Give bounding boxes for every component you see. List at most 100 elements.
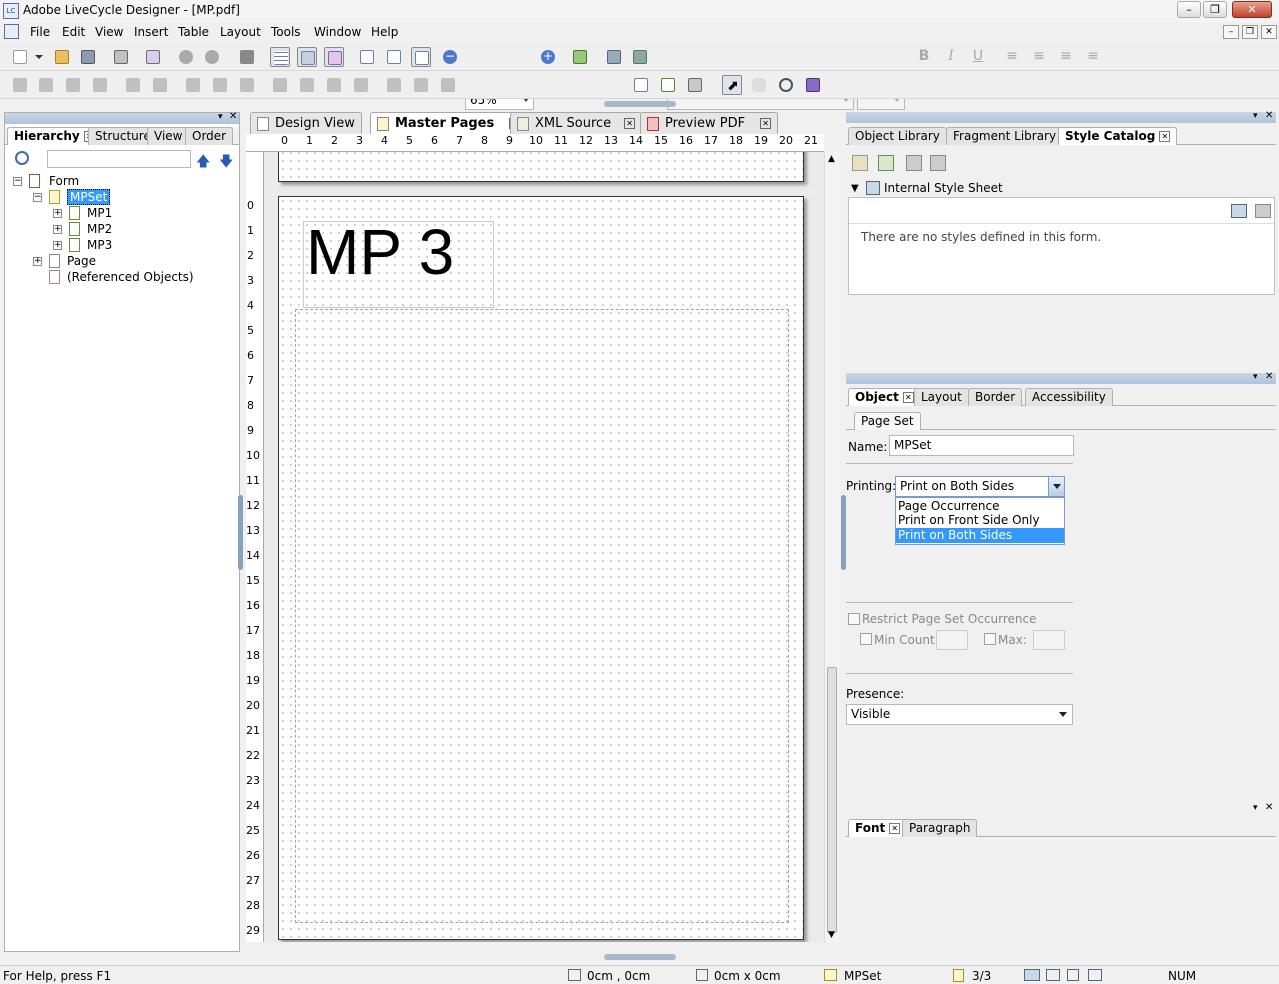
- tab-master-pages[interactable]: Master Pages✕: [370, 112, 528, 134]
- search-down-icon[interactable]: 🡇: [219, 151, 233, 175]
- expand-form-icon[interactable]: −: [13, 177, 22, 186]
- tree-node-mp1[interactable]: MP1: [87, 206, 112, 220]
- restrict-occurrence-checkbox[interactable]: [848, 613, 860, 625]
- spell-check-icon[interactable]: [604, 47, 624, 67]
- script-icon[interactable]: [570, 47, 590, 67]
- tab-font[interactable]: Font ✕: [848, 819, 908, 837]
- warnings-icon[interactable]: [1046, 969, 1060, 981]
- maximize-button[interactable]: ❐: [1203, 1, 1227, 18]
- align-bottom-edges-icon[interactable]: [90, 75, 110, 95]
- import-style-icon[interactable]: [906, 155, 922, 171]
- fit-width-icon[interactable]: [411, 47, 431, 67]
- tab-style-catalog[interactable]: Style Catalog ✕: [1058, 127, 1178, 145]
- binoculars-icon[interactable]: [237, 47, 257, 67]
- menu-layout[interactable]: Layout: [220, 25, 261, 39]
- subtab-page-set[interactable]: Page Set: [854, 412, 921, 430]
- italic-icon[interactable]: I: [941, 46, 961, 66]
- tab-border[interactable]: Border: [968, 388, 1023, 406]
- new-paragraph-style-icon[interactable]: [1255, 204, 1271, 218]
- spell-check-icon[interactable]: [1024, 969, 1040, 981]
- align-center-icon[interactable]: ≡: [1029, 46, 1049, 66]
- zoom-in-icon[interactable]: +: [538, 47, 558, 67]
- scroll-up-icon[interactable]: ▲: [828, 154, 835, 164]
- master-page[interactable]: MP 3: [278, 196, 804, 940]
- align-left-edges-icon[interactable]: [10, 75, 30, 95]
- expand-mp3-icon[interactable]: +: [53, 241, 62, 250]
- export-style-icon[interactable]: [930, 155, 946, 171]
- tab-close-icon[interactable]: ✕: [889, 823, 901, 834]
- printing-select[interactable]: Print on Both Sides: [895, 476, 1065, 497]
- panel-close-icon[interactable]: ✕: [1265, 802, 1273, 813]
- panel-menu-icon[interactable]: ▾: [1253, 803, 1258, 813]
- tab-close-icon[interactable]: ✕: [1159, 131, 1171, 142]
- tab-close-icon[interactable]: ✕: [902, 392, 914, 403]
- snap-grid-icon[interactable]: [297, 47, 317, 67]
- tab-accessibility[interactable]: Accessibility: [1025, 388, 1113, 406]
- tab-view[interactable]: View: [147, 127, 190, 145]
- tab-layout[interactable]: Layout: [914, 388, 969, 406]
- tree-node-mp2[interactable]: MP2: [87, 222, 112, 236]
- zoom-tool-icon[interactable]: [776, 75, 796, 95]
- printing-option[interactable]: Page Occurrence: [896, 498, 1064, 513]
- expand-mp1-icon[interactable]: +: [53, 209, 62, 218]
- scroll-down-icon[interactable]: ▼: [828, 930, 835, 940]
- tree-node-page[interactable]: Page: [67, 254, 96, 268]
- new-dropdown-icon[interactable]: [32, 47, 46, 67]
- open-icon[interactable]: [52, 47, 72, 67]
- content-area[interactable]: [295, 309, 789, 923]
- justify-icon[interactable]: ≡: [1083, 46, 1103, 66]
- menu-view[interactable]: View: [95, 25, 123, 39]
- grid-icon[interactable]: [270, 47, 290, 67]
- align-right-edges-icon[interactable]: [36, 75, 56, 95]
- max-checkbox[interactable]: [984, 633, 996, 645]
- bold-icon[interactable]: B: [914, 46, 934, 66]
- tree-node-form[interactable]: Form: [49, 174, 79, 188]
- name-field[interactable]: MPSet: [889, 435, 1074, 456]
- zoom-out-icon[interactable]: −: [440, 47, 460, 67]
- expand-mp2-icon[interactable]: +: [53, 225, 62, 234]
- script-icon[interactable]: [1088, 969, 1102, 981]
- menu-file[interactable]: File: [30, 25, 50, 39]
- printing-option-selected[interactable]: Print on Both Sides: [896, 528, 1064, 543]
- send-back-icon[interactable]: [351, 75, 371, 95]
- search-up-icon[interactable]: 🡅: [196, 151, 210, 175]
- toolbar-splitter[interactable]: [604, 101, 676, 107]
- underline-icon[interactable]: U: [968, 46, 988, 66]
- pointer-tool-icon[interactable]: ⬈: [722, 75, 742, 95]
- guides-icon[interactable]: [324, 47, 344, 67]
- close-button[interactable]: ✕: [1232, 1, 1272, 18]
- ungroup-icon[interactable]: [297, 75, 317, 95]
- expand-mpset-icon[interactable]: −: [33, 193, 42, 202]
- tab-close-icon[interactable]: ✕: [760, 118, 772, 129]
- tab-fragment-library[interactable]: Fragment Library: [946, 127, 1064, 145]
- document-icon[interactable]: [4, 24, 19, 39]
- align-horizontal-center-icon[interactable]: [150, 75, 170, 95]
- tab-preview-pdf[interactable]: Preview PDF ✕: [640, 112, 779, 134]
- panel-menu-icon[interactable]: ▾: [1253, 111, 1258, 121]
- tree-node-referenced-objects[interactable]: (Referenced Objects): [67, 270, 194, 284]
- distribute-down-icon[interactable]: [210, 75, 230, 95]
- hierarchy-search-input[interactable]: [47, 150, 191, 168]
- align-top-edges-icon[interactable]: [63, 75, 83, 95]
- panel-close-icon[interactable]: ✕: [1265, 110, 1273, 121]
- fragment-icon[interactable]: [685, 75, 705, 95]
- menu-table[interactable]: Table: [178, 25, 209, 39]
- tab-xml-source[interactable]: XML Source ✕: [510, 112, 643, 134]
- fit-height-icon[interactable]: [384, 47, 404, 67]
- align-right-icon[interactable]: ≡: [1056, 46, 1076, 66]
- design-canvas[interactable]: MP 3: [264, 152, 824, 942]
- new-text-style-icon[interactable]: [1231, 204, 1247, 218]
- print-icon[interactable]: [111, 47, 131, 67]
- tab-order-icon[interactable]: [803, 75, 823, 95]
- new-style-icon[interactable]: [852, 155, 868, 171]
- min-count-field[interactable]: [936, 630, 968, 650]
- add-style-icon[interactable]: [878, 155, 894, 171]
- scroll-thumb[interactable]: [827, 667, 837, 933]
- undo-icon[interactable]: [176, 47, 196, 67]
- minimize-button[interactable]: –: [1177, 1, 1201, 18]
- redo-icon[interactable]: [202, 47, 222, 67]
- binding-icon[interactable]: [1067, 969, 1079, 981]
- tab-order[interactable]: Order: [185, 127, 234, 145]
- doc-restore-button[interactable]: ❐: [1242, 25, 1258, 39]
- panel-menu-icon[interactable]: ▾: [1253, 372, 1258, 382]
